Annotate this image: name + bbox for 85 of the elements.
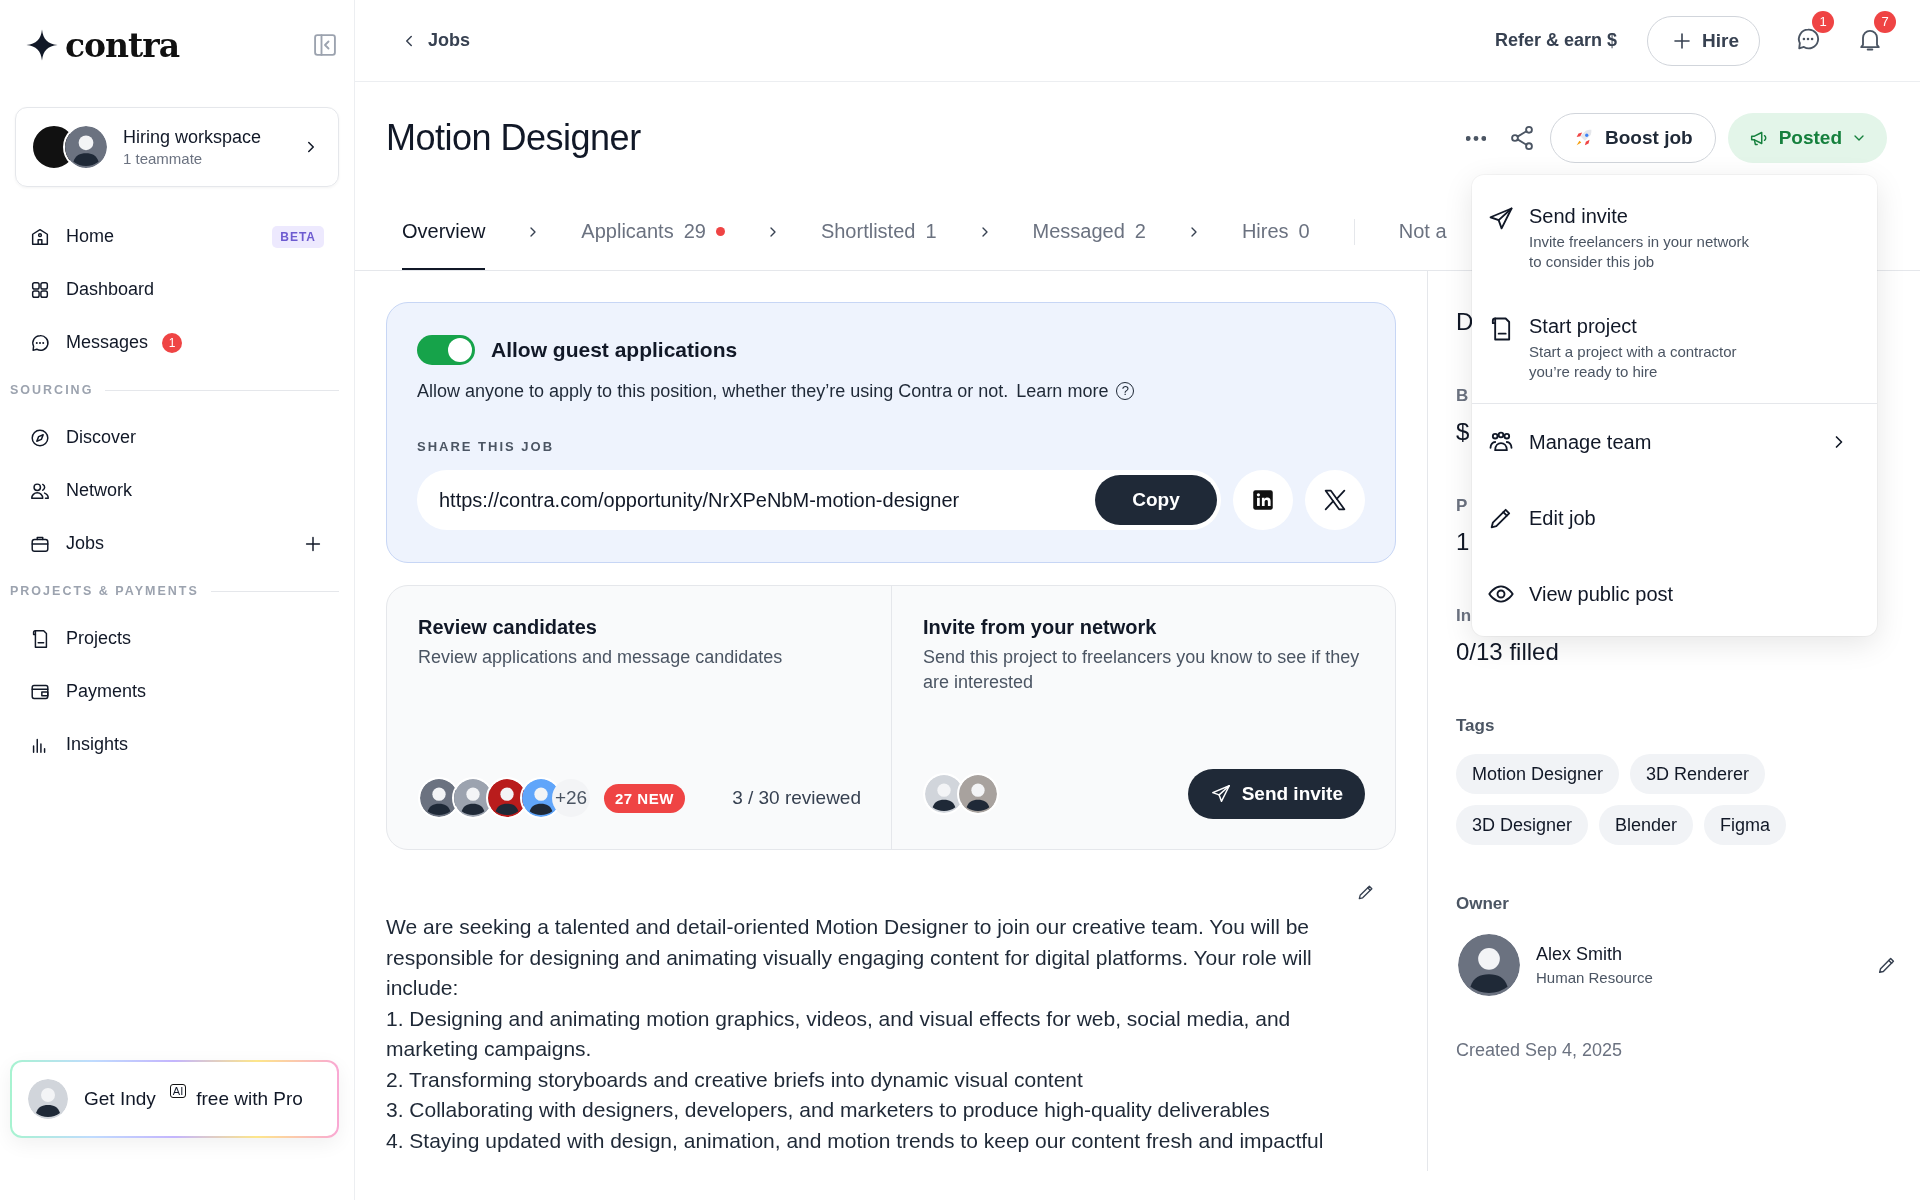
promo-card[interactable]: Get Indy AI free with Pro: [10, 1060, 339, 1138]
tab[interactable]: Not a: [1398, 194, 1447, 270]
nav-item[interactable]: Dashboard: [15, 263, 339, 316]
owner-name: Alex Smith: [1536, 944, 1624, 965]
tag: 3D Renderer: [1630, 754, 1766, 794]
workspace-name: Hiring workspace: [123, 127, 263, 148]
field-label: P: [1456, 495, 1468, 517]
menu-item[interactable]: Send invite Invite freelancers in your network to consider this job: [1472, 183, 1877, 293]
description-text: We are seeking a talented and detail-oriented Motion Designer to join our creative team. You will be responsible for designing and animating visually engaging content for digital platforms. Your role will include:: [386, 914, 1313, 1001]
avatar: [63, 124, 109, 170]
nav-item[interactable]: Projects: [15, 612, 339, 665]
more-count: +26: [552, 779, 590, 817]
section-label: SHARE THIS JOB: [417, 439, 556, 454]
field-value: 0/13 filled: [1456, 637, 1559, 667]
section-heading: SOURCING: [10, 383, 94, 397]
menu-item[interactable]: View public post: [1472, 556, 1877, 632]
ai-tag: AI: [169, 1084, 187, 1098]
created-date: Created Sep 4, 2025: [1456, 1040, 1624, 1061]
notification-badge: 1: [1812, 10, 1834, 33]
beta-badge: BETA: [272, 225, 324, 248]
tab[interactable]: Overview: [402, 194, 486, 270]
menu-item[interactable]: Start project Start a project with a contractor you’re ready to hire: [1472, 293, 1877, 403]
avatar: [957, 773, 999, 815]
tag: Figma: [1704, 805, 1787, 845]
unread-badge: 1: [162, 332, 183, 353]
nav-item[interactable]: Payments: [15, 665, 339, 718]
field-value: $: [1456, 417, 1470, 447]
description-text: 4. Staying updated with design, animation, and motion trends to keep our content fresh and impactful: [386, 1127, 1325, 1154]
teammate-count: 1 teammate: [123, 150, 204, 167]
field-label: B: [1456, 385, 1469, 407]
owner-role: Human Resource: [1536, 969, 1653, 986]
send-icon: [1209, 783, 1232, 805]
hire-button[interactable]: Hire: [1647, 15, 1760, 66]
field-label: Owner: [1456, 893, 1510, 915]
toggle-switch[interactable]: [417, 335, 475, 365]
nav-item[interactable]: Insights: [15, 718, 339, 771]
card-subtitle: Send this project to freelancers you know to see if they are interested: [923, 646, 1361, 694]
workspace-switcher[interactable]: Hiring workspace 1 teammate: [15, 107, 339, 187]
logo-text: contra: [65, 25, 180, 65]
learn-more-link[interactable]: Learn more: [1016, 379, 1109, 403]
avatar: [26, 1077, 70, 1121]
nav-item[interactable]: Home BETA: [15, 210, 339, 263]
description-text: 3. Collaborating with designers, developers, and marketers to produce high-quality deliverables: [386, 1097, 1271, 1123]
field-label: Tags: [1456, 715, 1496, 737]
tag: Motion Designer: [1456, 754, 1620, 794]
copy-button[interactable]: Copy: [1095, 475, 1217, 525]
more-button[interactable]: [1466, 135, 1487, 141]
description-text: 1. Designing and animating motion graphics, videos, and visual effects for web, social media, and marketing campaigns.: [386, 1005, 1292, 1062]
menu-item[interactable]: Manage team: [1472, 404, 1877, 480]
send-invite-button[interactable]: Send invite: [1187, 769, 1365, 819]
new-badge: 27 NEW: [604, 783, 685, 813]
tab[interactable]: Messaged 2: [1032, 194, 1146, 270]
description-text: 2. Transforming storyboards and creative briefs into dynamic visual content: [386, 1066, 1084, 1093]
refer-link[interactable]: Refer & earn $: [1494, 30, 1618, 51]
nav-item[interactable]: Messages 1: [15, 316, 339, 369]
tag: 3D Designer: [1456, 805, 1589, 845]
sidebar-toggle-icon: [311, 31, 339, 59]
card-title: Invite from your network: [923, 616, 1158, 639]
nav-item[interactable]: Jobs: [15, 517, 339, 570]
field-label: In: [1456, 605, 1472, 627]
avatar: [1456, 932, 1522, 998]
menu-item[interactable]: Edit job: [1472, 480, 1877, 556]
url-field[interactable]: https://contra.com/opportunity/NrXPeNbM-motion-designer Copy: [417, 470, 1221, 530]
card-subtitle: Review applications and message candidates: [418, 646, 784, 669]
promo-text: free with Pro: [196, 1088, 303, 1110]
tag: Blender: [1599, 805, 1694, 845]
card-title: Review candidates: [418, 616, 598, 639]
tab[interactable]: Applicants 29: [581, 194, 725, 270]
boost-job-button[interactable]: Boost job: [1550, 113, 1716, 163]
notification-badge: 7: [1874, 10, 1896, 33]
linkedin-icon: [1250, 487, 1276, 513]
setting-title: Allow guest applications: [491, 338, 738, 362]
tab[interactable]: Shortlisted 1: [820, 194, 937, 270]
back-link[interactable]: Jobs: [400, 30, 470, 51]
setting-description: Allow anyone to apply to this position, whether they’re using Contra or not.: [417, 380, 1009, 403]
field-value: 1: [1456, 527, 1470, 557]
section-heading: D: [1456, 307, 1474, 337]
job-title: Motion Designer: [386, 117, 642, 159]
status-dropdown[interactable]: Posted: [1727, 113, 1887, 163]
more-icon: [1466, 135, 1487, 141]
nav-item[interactable]: Discover: [15, 411, 339, 464]
promo-text: Get Indy: [84, 1088, 156, 1110]
tab[interactable]: Hires 0: [1241, 194, 1310, 270]
section-heading: PROJECTS & PAYMENTS: [10, 584, 199, 598]
nav-item[interactable]: Network: [15, 464, 339, 517]
